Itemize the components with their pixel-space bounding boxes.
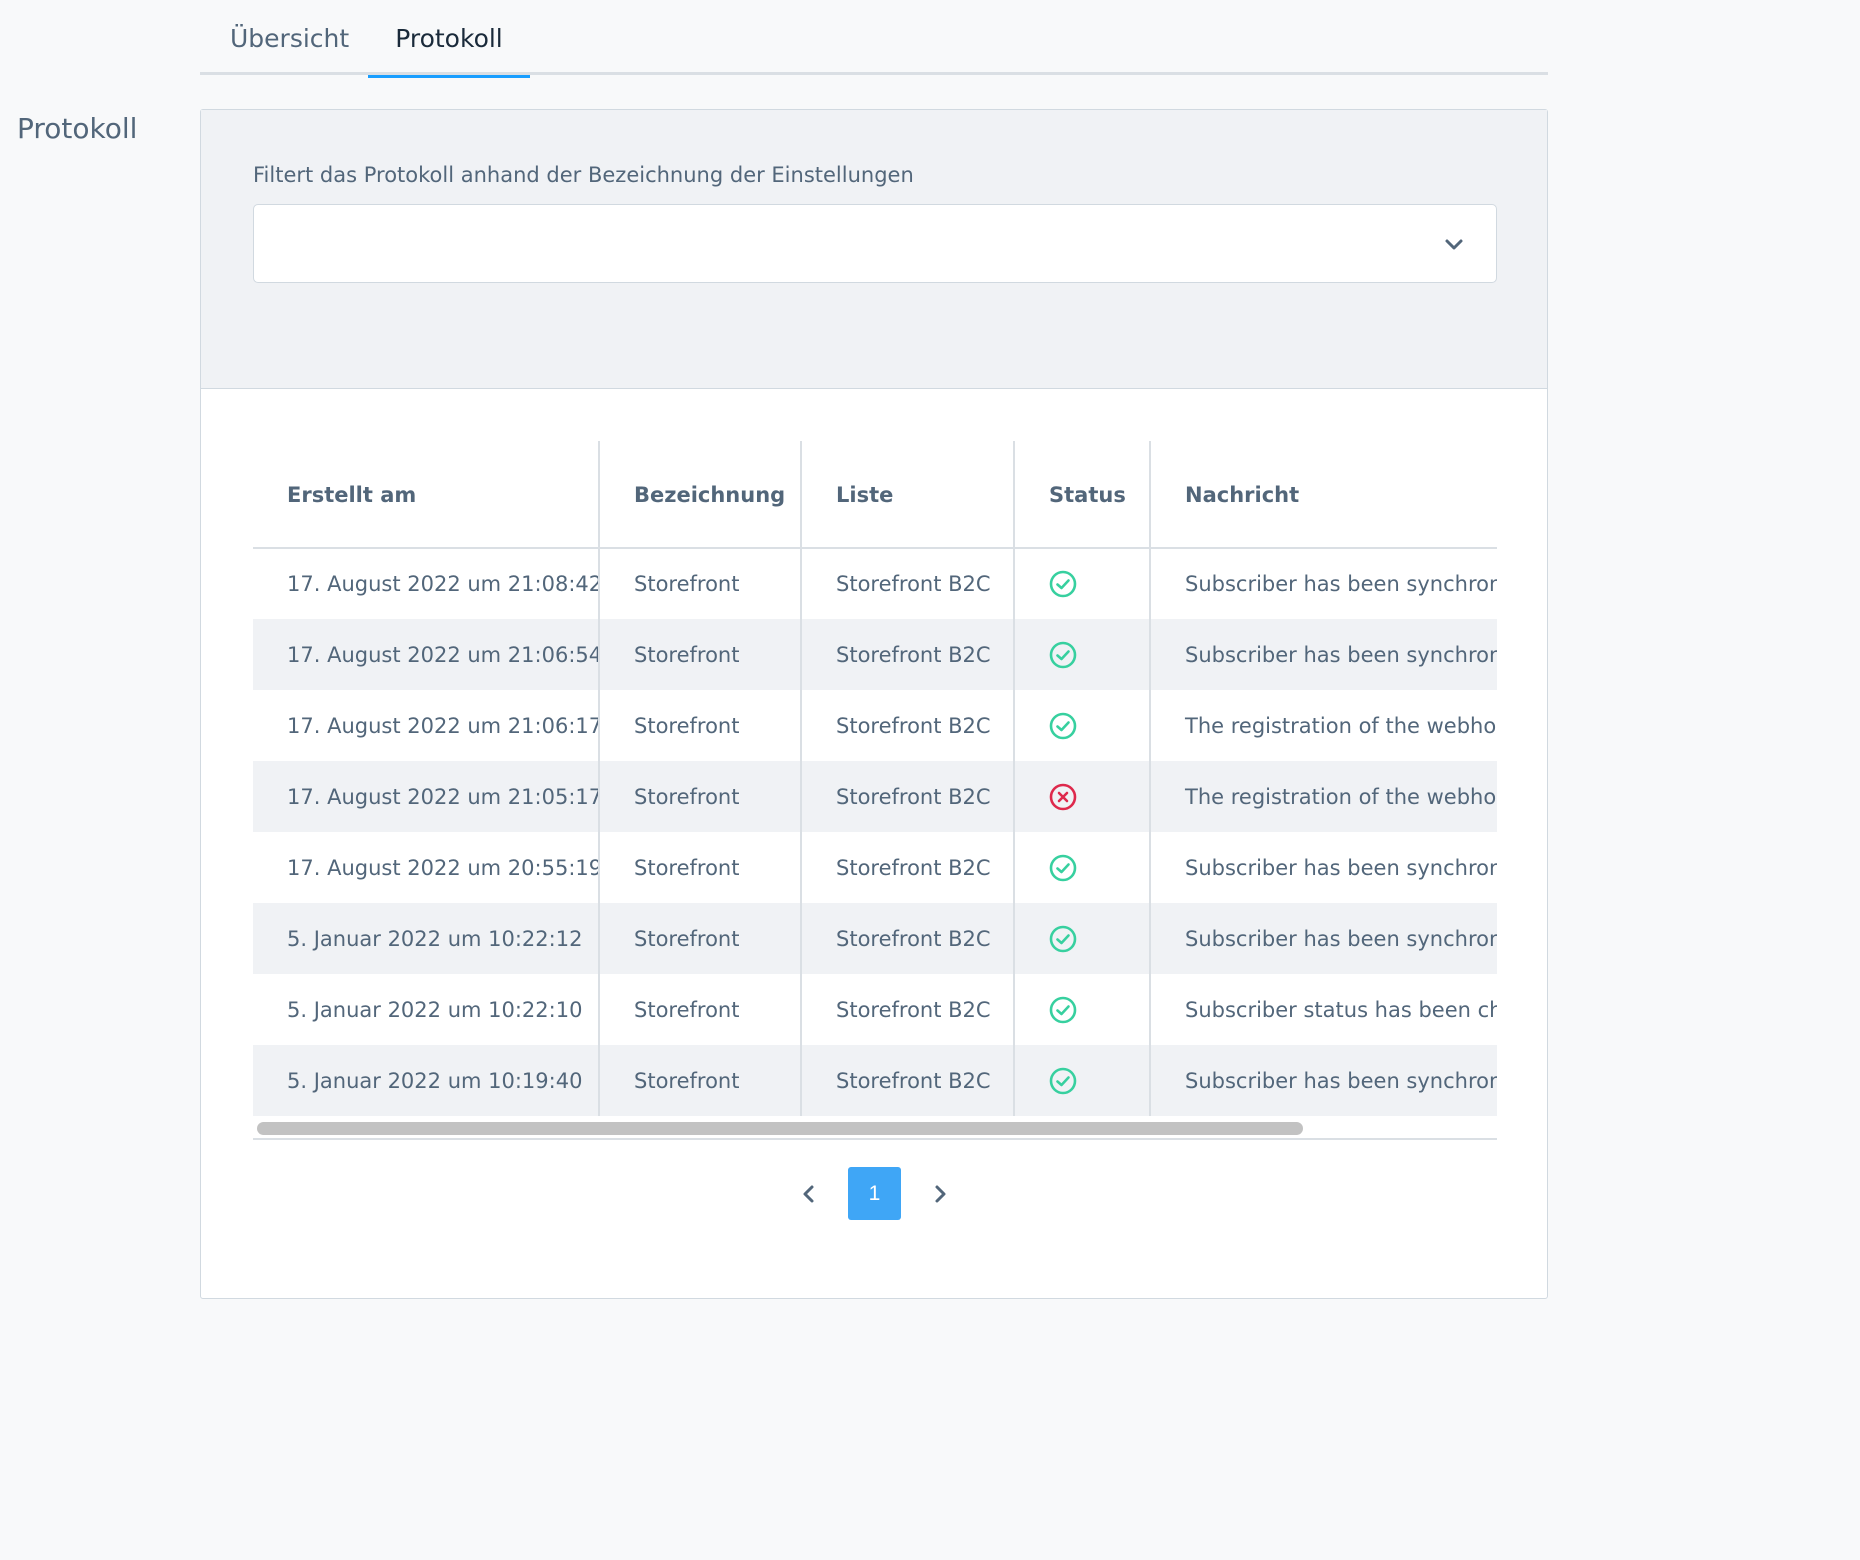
cell-name: Storefront (598, 690, 801, 761)
cell-list: Storefront B2C (800, 903, 1014, 974)
section-title: Protokoll (17, 112, 138, 145)
check-circle-icon (1049, 996, 1077, 1023)
cell-status (1013, 619, 1150, 690)
horizontal-scrollbar[interactable] (253, 1116, 1497, 1140)
cell-status (1013, 548, 1150, 619)
filter-label: Filtert das Protokoll anhand der Bezeich… (253, 163, 914, 187)
column-header-list[interactable]: Liste (800, 441, 1014, 549)
table-row[interactable]: 17. August 2022 um 21:05:17 Storefront Sto… (253, 761, 1497, 832)
tab-protocol[interactable]: Protokoll (368, 0, 530, 78)
cell-created: 17. August 2022 um 21:06:54 (253, 619, 599, 690)
cell-name: Storefront (598, 761, 801, 832)
table-header-row: Erstellt am Bezeichnung Liste Status Nac… (253, 441, 1497, 549)
cell-list: Storefront B2C (800, 619, 1014, 690)
table-row[interactable]: 5. Januar 2022 um 10:22:12 Storefront Stor… (253, 903, 1497, 974)
log-table: Erstellt am Bezeichnung Liste Status Nac… (253, 441, 1497, 1141)
pagination-page-button[interactable]: 1 (848, 1167, 901, 1220)
cell-created: 17. August 2022 um 21:06:17 (287, 713, 599, 738)
chevron-left-icon[interactable] (797, 1182, 821, 1206)
cell-created: 17. August 2022 um 21:08:42 (287, 572, 599, 596)
check-circle-icon (1049, 712, 1077, 739)
cell-message: Subscriber has been synchronized (1149, 619, 1497, 690)
scrollbar-thumb[interactable] (257, 1122, 1303, 1135)
table-row[interactable]: 5. Januar 2022 um 10:22:10 Storefront Stor… (253, 974, 1497, 1045)
cell-name: Storefront (598, 832, 801, 903)
cell-list: Storefront B2C (800, 761, 1014, 832)
cell-message: Subscriber has been synchronized (1149, 1045, 1497, 1116)
table-body: 17. August 2022 um 21:08:42 Storefront Sto… (253, 548, 1497, 1116)
filter-area: Filtert das Protokoll anhand der Bezeich… (201, 110, 1547, 389)
cell-message: The registration of the webhook (1149, 690, 1497, 761)
column-header-created[interactable]: Erstellt am (253, 441, 599, 549)
table-row[interactable]: 17. August 2022 um 21:08:42 Storefront Sto… (253, 548, 1497, 619)
cell-created: 17. August 2022 um 21:05:17 (253, 761, 599, 832)
table-row[interactable]: 17. August 2022 um 21:06:17 Storefront Sto… (253, 690, 1497, 761)
filter-select[interactable] (253, 204, 1497, 283)
cell-status (1013, 974, 1150, 1045)
cell-name: Storefront (598, 619, 801, 690)
cell-name: Storefront (598, 903, 801, 974)
check-circle-icon (1049, 570, 1077, 598)
cell-message: Subscriber has been synchronized (1149, 903, 1497, 974)
cell-message: Subscriber has been synchronized (1149, 548, 1497, 619)
cell-created: 17. August 2022 um 20:55:19 (287, 855, 599, 880)
pagination: 1 (201, 1167, 1547, 1221)
cell-status (1013, 690, 1150, 761)
column-header-message[interactable]: Nachricht (1149, 441, 1497, 549)
cell-status (1013, 761, 1150, 832)
column-header-name[interactable]: Bezeichnung (598, 441, 801, 549)
check-circle-icon (1049, 641, 1077, 668)
chevron-right-icon[interactable] (928, 1182, 952, 1206)
protocol-card: Filtert das Protokoll anhand der Bezeich… (200, 109, 1548, 1299)
cell-created: 5. Januar 2022 um 10:22:10 (287, 997, 583, 1022)
column-header-status[interactable]: Status (1013, 441, 1150, 549)
cell-message: Subscriber has been synchronized (1149, 832, 1497, 903)
cell-message: The registration of the webhook (1149, 761, 1497, 832)
cell-list: Storefront B2C (800, 1045, 1014, 1116)
chevron-down-icon (1445, 239, 1463, 250)
cell-status (1013, 903, 1150, 974)
cell-name: Storefront (598, 974, 801, 1045)
cell-list: Storefront B2C (800, 548, 1014, 619)
cell-status (1013, 1045, 1150, 1116)
cell-status (1013, 832, 1150, 903)
cell-message: Subscriber status has been changed (1149, 974, 1497, 1045)
check-circle-icon (1049, 1067, 1077, 1094)
check-circle-icon (1049, 925, 1077, 952)
cell-created: 5. Januar 2022 um 10:22:12 (253, 903, 599, 974)
tab-overview[interactable]: Übersicht (230, 0, 349, 75)
x-circle-icon (1049, 783, 1077, 810)
cell-name: Storefront (598, 548, 801, 619)
table-row[interactable]: 5. Januar 2022 um 10:19:40 Storefront Stor… (253, 1045, 1497, 1116)
table-row[interactable]: 17. August 2022 um 21:06:54 Storefront Sto… (253, 619, 1497, 690)
cell-created: 5. Januar 2022 um 10:19:40 (253, 1045, 599, 1116)
cell-name: Storefront (598, 1045, 801, 1116)
cell-list: Storefront B2C (800, 832, 1014, 903)
cell-list: Storefront B2C (800, 690, 1014, 761)
cell-list: Storefront B2C (800, 974, 1014, 1045)
table-row[interactable]: 17. August 2022 um 20:55:19 Storefront Sto… (253, 832, 1497, 903)
tab-bar: Übersicht Protokoll (200, 0, 1548, 78)
check-circle-icon (1049, 854, 1077, 881)
protocol-page: Übersicht Protokoll Protokoll Filtert da… (0, 0, 1568, 1315)
